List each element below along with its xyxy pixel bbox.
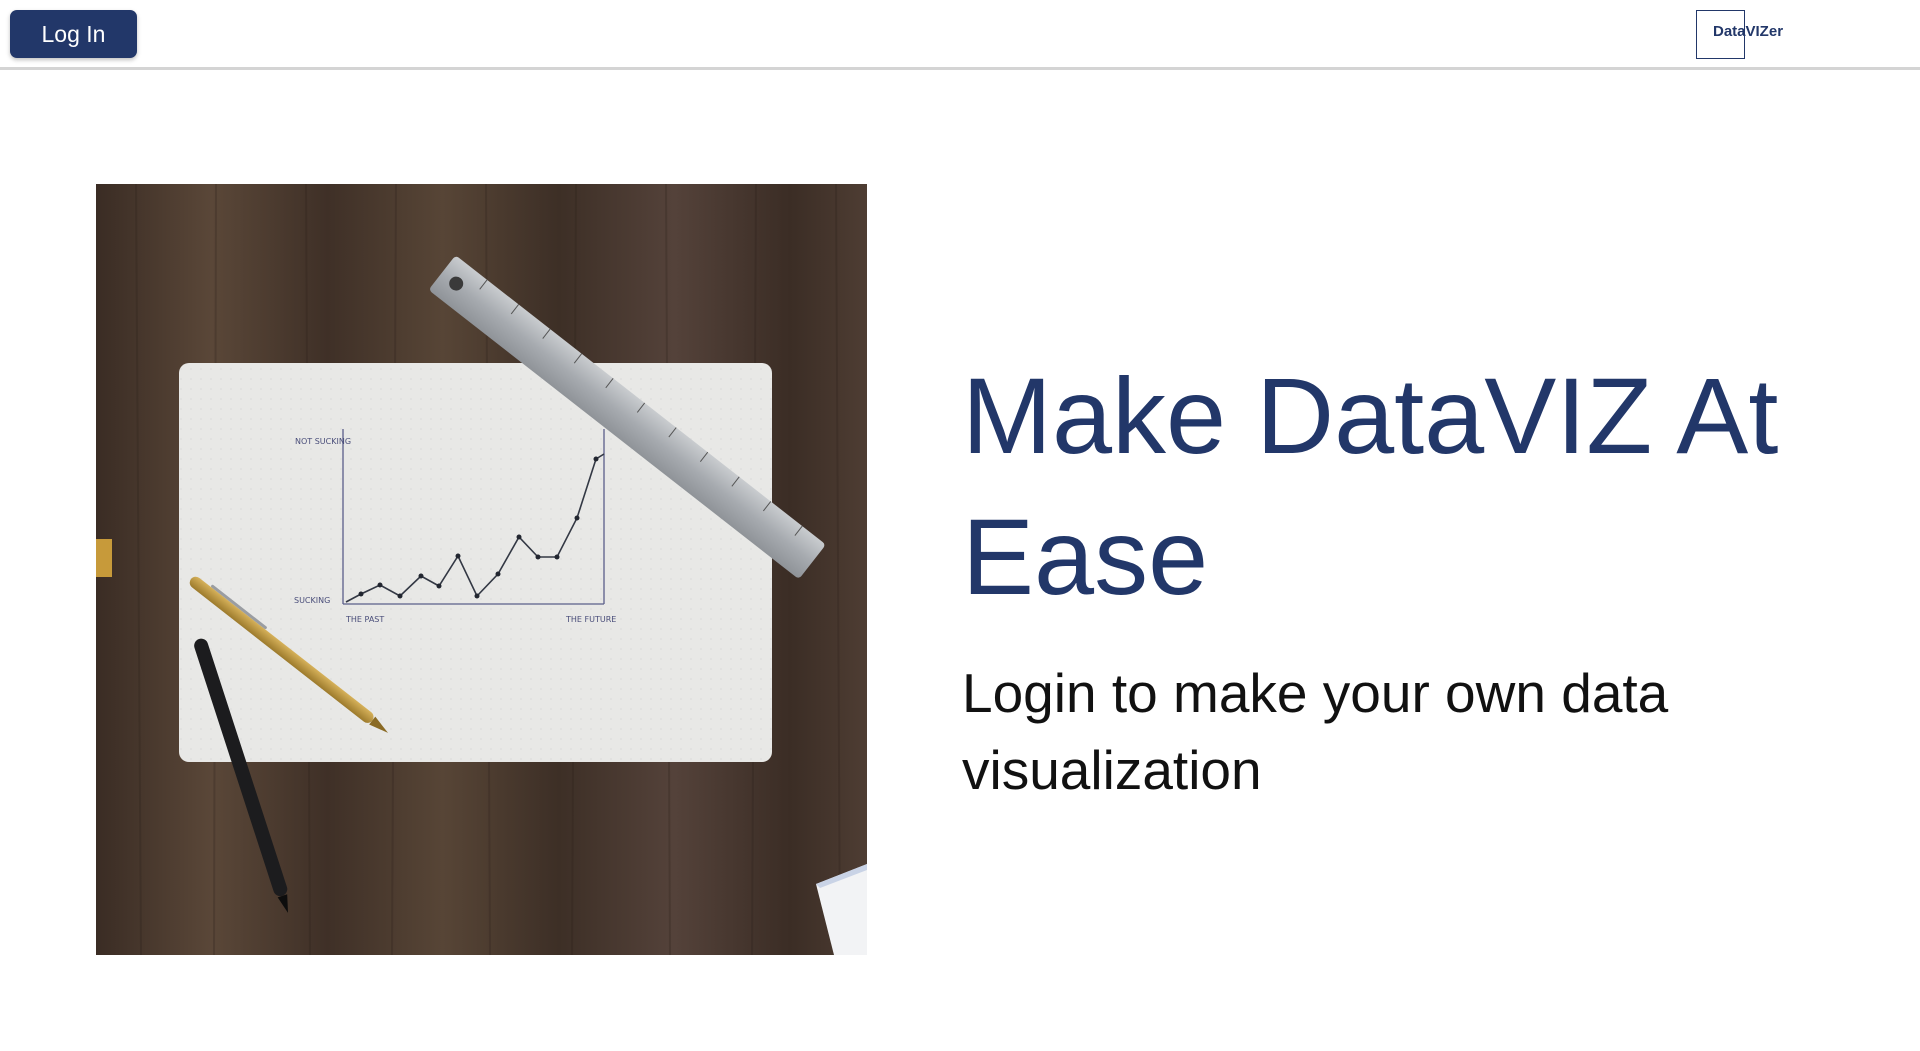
- sketch-y-top-label: NOT SUCKING: [295, 437, 351, 446]
- sketch-x-left-label: THE PAST: [345, 615, 384, 624]
- yellow-object: [96, 539, 112, 577]
- desk-chart-photo: NOT SUCKING SUCKING THE PAST THE FUTURE: [96, 184, 867, 955]
- hero-subtitle: Login to make your own data visualizatio…: [962, 662, 1669, 801]
- login-button[interactable]: Log In: [10, 10, 137, 58]
- top-navbar: Log In DataVIZer: [0, 0, 1920, 70]
- brand-logo[interactable]: DataVIZer: [1696, 9, 1783, 59]
- hero-image: NOT SUCKING SUCKING THE PAST THE FUTURE: [96, 184, 867, 955]
- sketch-y-bottom-label: SUCKING: [294, 596, 330, 605]
- brand-name: DataVIZer: [1713, 23, 1784, 40]
- hero-headline: Make DataVIZ At Ease: [962, 355, 1779, 617]
- sketch-x-right-label: THE FUTURE: [565, 615, 616, 624]
